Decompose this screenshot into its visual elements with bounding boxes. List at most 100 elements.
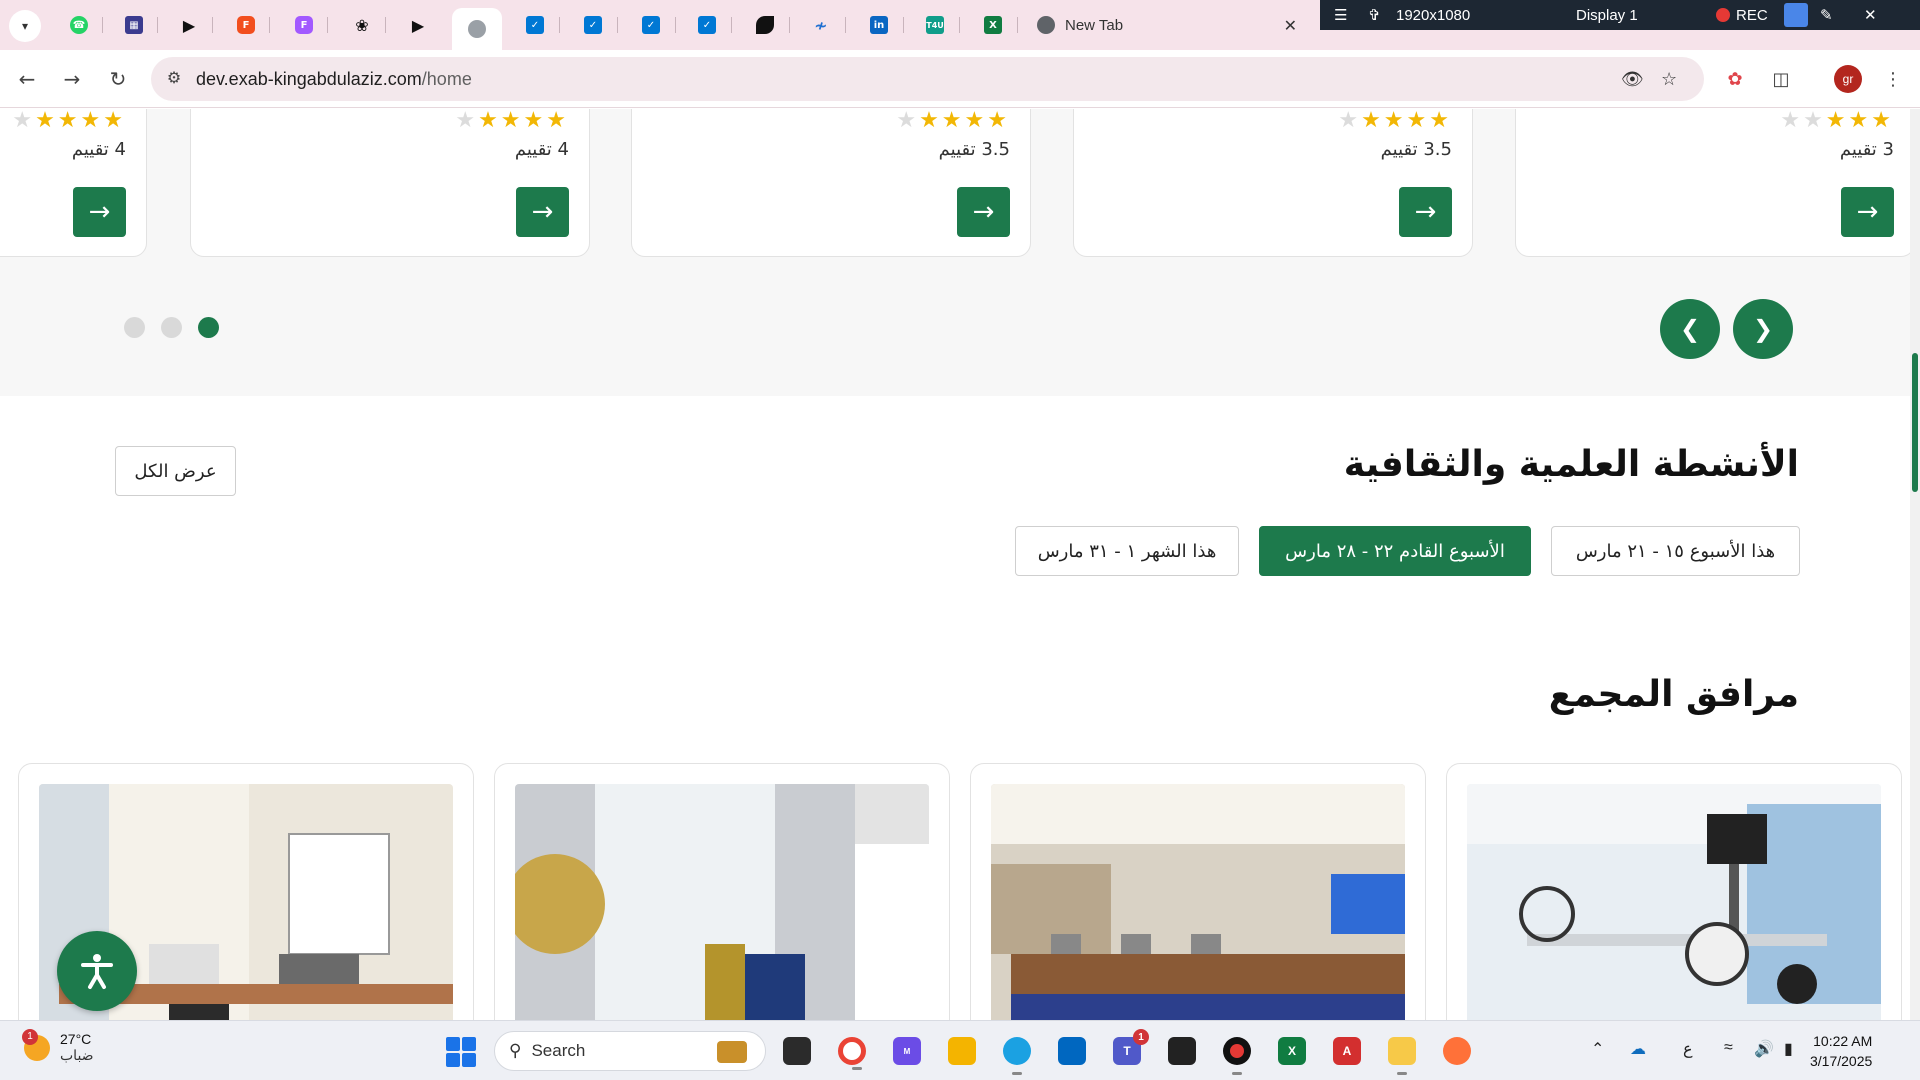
page-content: ★★★★★ 3 تقييم → ★★★★★ 3.5 تقييم → ★★★★★ … [0, 109, 1920, 1020]
tab-search-chevron-icon[interactable]: ▾ [9, 10, 41, 42]
scrollbar-thumb[interactable] [1912, 353, 1918, 492]
facility-card[interactable] [970, 763, 1426, 1020]
tab-devops-3[interactable]: ✓ [626, 8, 676, 42]
kebab-menu-icon[interactable]: ⋮ [1880, 66, 1906, 92]
extension-flower-icon[interactable]: ✿ [1722, 66, 1748, 92]
acrobat-icon[interactable]: A [1333, 1037, 1361, 1065]
weather-widget[interactable]: 1 27°C ضباب [22, 1028, 94, 1064]
card-arrow-button[interactable]: → [1841, 187, 1894, 237]
extensions-puzzle-icon[interactable]: ◫ [1768, 66, 1794, 92]
forward-icon[interactable]: → [57, 64, 87, 94]
recorder-app-icon[interactable] [1223, 1037, 1251, 1075]
profile-avatar[interactable]: gr [1834, 65, 1862, 93]
wifi-icon[interactable]: ≈ [1724, 1039, 1733, 1057]
card-arrow-button[interactable]: → [516, 187, 569, 237]
eye-off-icon[interactable]: 👁 [1621, 69, 1644, 90]
tab-video-1[interactable]: ▶ [165, 8, 213, 42]
conference-hall-photo [991, 784, 1405, 1020]
pin-icon[interactable]: ✞ [1368, 0, 1381, 30]
facilities-title: مرافق المجمع [1548, 674, 1799, 715]
edge-icon[interactable] [1003, 1037, 1031, 1075]
bookmark-star-icon[interactable]: ☆ [1661, 69, 1677, 90]
carousel-card: ★★★★★ 3.5 تقييم → [1073, 109, 1473, 257]
tab-openai[interactable]: ❀ [338, 8, 386, 42]
tab-linkedin[interactable]: in [854, 8, 904, 42]
star-icon: ★ [546, 109, 569, 133]
recorder-display[interactable]: Display 1 [1576, 0, 1638, 30]
m365-copilot-icon[interactable]: M [893, 1037, 921, 1065]
onedrive-cloud-icon[interactable]: ☁ [1630, 1039, 1646, 1059]
address-bar[interactable]: ⚙ dev.exab-kingabdulaziz.com/home 👁 ☆ [151, 57, 1704, 101]
weather-temperature: 27°C [60, 1031, 92, 1047]
excel-taskbar-icon[interactable]: X [1278, 1037, 1306, 1065]
tab-new-tab[interactable]: New Tab ✕ [1027, 8, 1307, 42]
reload-icon[interactable]: ↻ [103, 64, 133, 94]
rec-button[interactable]: REC [1716, 0, 1768, 30]
filter-this-week[interactable]: هذا الأسبوع ١٥ - ٢١ مارس [1551, 526, 1800, 576]
filter-this-month[interactable]: هذا الشهر ١ - ٣١ مارس [1015, 526, 1239, 576]
teams-icon[interactable]: T 1 [1113, 1029, 1149, 1065]
microsoft-store-icon[interactable] [1058, 1037, 1086, 1065]
close-tab-icon[interactable]: ✕ [1284, 16, 1297, 35]
site-settings-icon[interactable]: ⚙ [163, 68, 185, 90]
rating-stars: ★★★★★ [12, 109, 126, 133]
file-explorer-icon[interactable] [948, 1037, 976, 1065]
tab-t4u[interactable]: T4U [910, 8, 960, 42]
volume-icon[interactable]: 🔊 [1754, 1039, 1774, 1059]
chrome-icon [1037, 16, 1055, 34]
tab-app-grid[interactable]: ▦ [110, 8, 158, 42]
sticky-app-icon[interactable] [1168, 1037, 1196, 1065]
facility-card[interactable] [1446, 763, 1902, 1020]
tab-figma-2[interactable]: F [280, 8, 328, 42]
chevron-left-icon: ❮ [1679, 315, 1701, 343]
url-path: /home [421, 69, 472, 89]
star-icon: ★ [1406, 109, 1430, 133]
tab-whatsapp[interactable]: ☎ [55, 8, 103, 42]
accessibility-button[interactable] [57, 931, 137, 1011]
taskbar-search-label: Search [531, 1041, 586, 1060]
star-icon: ★ [896, 109, 920, 133]
tab-active-site[interactable] [452, 8, 502, 50]
carousel-next-button[interactable]: ❯ [1733, 299, 1793, 359]
taskbar-clock[interactable]: 10:22 AM 3/17/2025 [1810, 1031, 1872, 1071]
carousel-prev-button[interactable]: ❮ [1660, 299, 1720, 359]
view-all-button[interactable]: عرض الكل [115, 446, 236, 496]
tab-wave[interactable]: ≁ [796, 8, 846, 42]
tab-excel[interactable]: X [968, 8, 1018, 42]
task-view-icon[interactable] [783, 1037, 811, 1065]
recorder-close-icon[interactable]: ✕ [1864, 0, 1877, 30]
whatsapp-icon: ☎ [70, 16, 88, 34]
camera-button[interactable] [1784, 0, 1808, 30]
facility-card[interactable] [494, 763, 950, 1020]
laboratory-microscope-photo [1467, 784, 1881, 1020]
azure-devops-icon: ✓ [584, 16, 602, 34]
card-arrow-button[interactable]: → [957, 187, 1010, 237]
back-icon[interactable]: ← [12, 64, 42, 94]
taskbar-search[interactable]: ⚲ Search [494, 1031, 766, 1071]
carousel-dot[interactable] [161, 317, 182, 338]
page-scrollbar[interactable] [1910, 109, 1920, 1020]
menu-icon[interactable]: ☰ [1334, 0, 1347, 30]
carousel-dot[interactable] [124, 317, 145, 338]
language-indicator[interactable]: ع [1683, 1039, 1693, 1059]
url-host: dev.exab-kingabdulaziz.com [196, 69, 422, 89]
card-arrow-button[interactable]: → [1399, 187, 1452, 237]
battery-icon[interactable]: ▮ [1784, 1039, 1793, 1059]
pen-icon[interactable]: ✎ [1820, 0, 1833, 30]
site-logo-icon [468, 20, 486, 38]
chrome-taskbar-icon[interactable] [838, 1037, 866, 1070]
tab-devops-2[interactable]: ✓ [568, 8, 618, 42]
tray-chevron-up-icon[interactable]: ⌃ [1591, 1039, 1604, 1059]
tab-devops-4[interactable]: ✓ [682, 8, 732, 42]
tab-leaf[interactable] [740, 8, 790, 42]
card-arrow-button[interactable]: → [73, 187, 126, 237]
tab-devops-1[interactable]: ✓ [510, 8, 560, 42]
carousel-dot[interactable] [198, 317, 219, 338]
sticky-notes-icon[interactable] [1388, 1037, 1416, 1075]
tab-figma-1[interactable]: F [222, 8, 270, 42]
filter-next-week[interactable]: الأسبوع القادم ٢٢ - ٢٨ مارس [1259, 526, 1531, 576]
windows-start-icon[interactable] [446, 1037, 476, 1067]
tab-video-2[interactable]: ▶ [394, 8, 442, 42]
firefox-icon[interactable] [1443, 1037, 1471, 1065]
url-text[interactable]: dev.exab-kingabdulaziz.com/home [196, 69, 472, 90]
